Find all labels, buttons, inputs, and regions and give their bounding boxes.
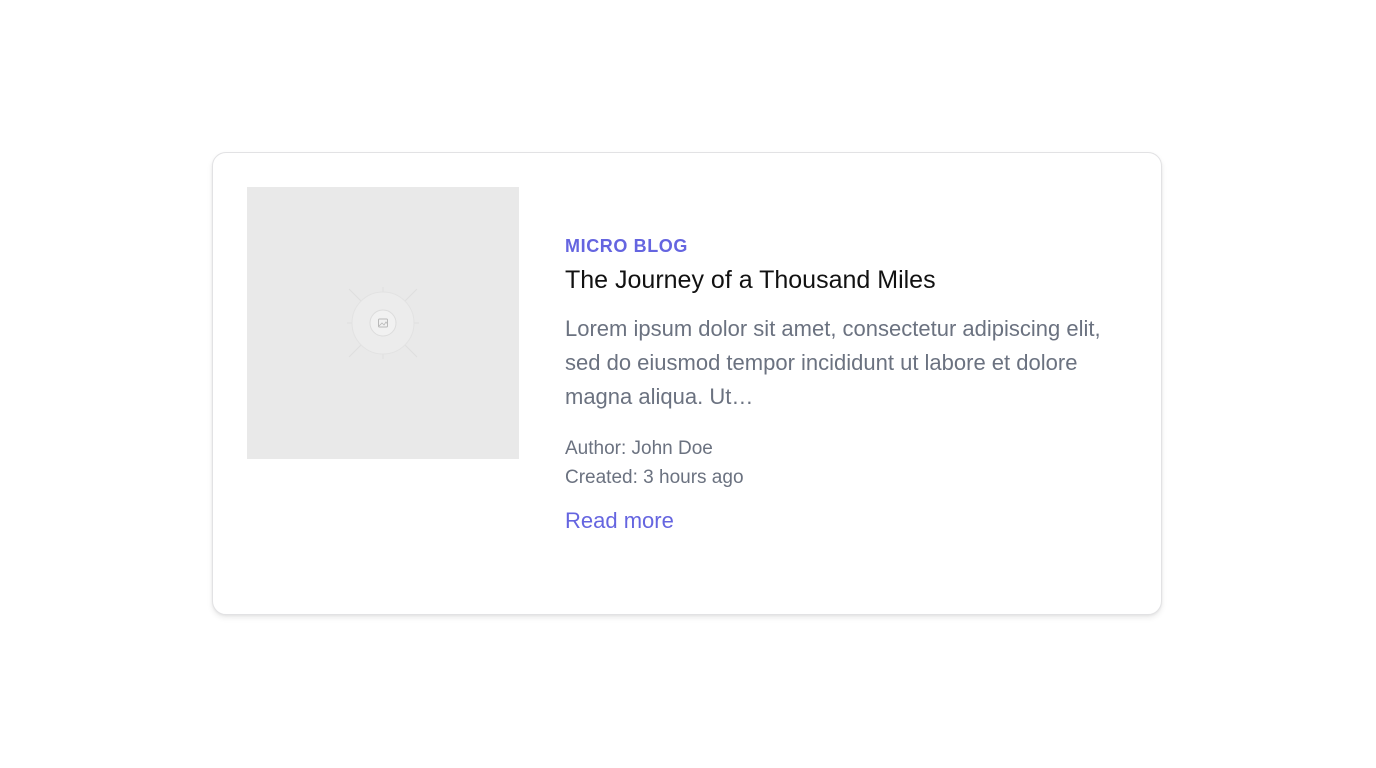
post-created-time: Created: 3 hours ago	[565, 467, 744, 488]
post-excerpt: Lorem ipsum dolor sit amet, consectetur …	[565, 316, 1101, 409]
post-category: MICRO BLOG	[565, 236, 688, 256]
post-author: Author: John Doe	[565, 438, 713, 459]
blog-post-card: MICRO BLOG The Journey of a Thousand Mil…	[212, 152, 1162, 615]
read-more-link[interactable]: Read more	[565, 508, 674, 534]
image-placeholder-icon	[347, 287, 419, 359]
post-thumbnail-placeholder	[247, 187, 519, 459]
post-title: The Journey of a Thousand Miles	[565, 266, 936, 294]
